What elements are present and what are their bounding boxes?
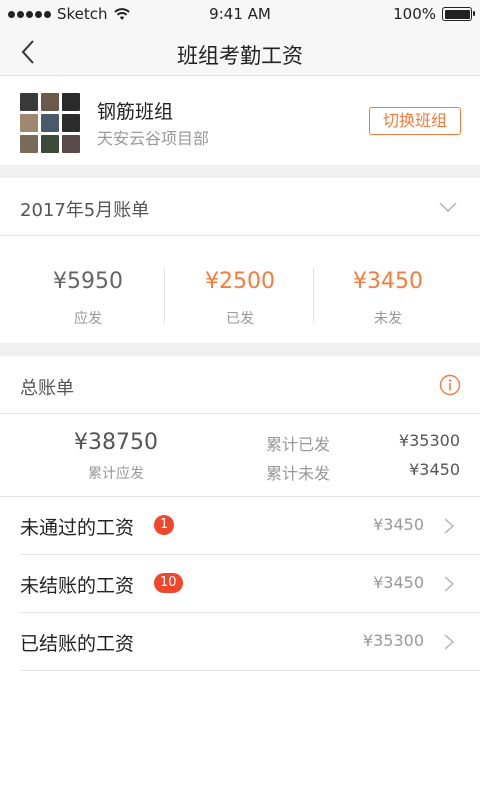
chevron-right-icon [444,518,455,534]
list-item-rejected-wages[interactable]: 未通过的工资 1 ¥3450 [0,497,480,555]
list-item-title: 未结账的工资 [20,575,135,597]
amount-unpaid-label: 未发 [374,311,402,327]
list-item-title: 已结账的工资 [20,633,135,655]
chevron-right-icon [444,576,455,592]
chevron-down-icon[interactable] [438,197,458,217]
total-paid-value: ¥35300 [398,431,460,450]
status-bar: Sketch 9:41 AM 100% [0,0,480,30]
total-unpaid-label: 累计未发 [266,464,331,483]
amount-due: ¥5950 应发 [8,237,168,343]
total-due-label: 累计应发 [88,466,144,482]
row-divider [20,670,480,671]
chevron-right-icon [444,634,455,650]
team-header: 钢筋班组 天安云谷项目部 切换班组 [0,77,480,165]
section-divider [0,165,480,178]
avatar-tile [20,114,38,132]
list-item-amount: ¥3450 [373,573,424,592]
amount-paid-value: ¥2500 [205,269,275,294]
list-item-title: 未通过的工资 [20,517,135,539]
month-amounts: ¥5950 应发 ¥2500 已发 ¥3450 未发 [0,237,480,343]
list-item-unsettled-wages[interactable]: 未结账的工资 10 ¥3450 [0,555,480,613]
avatar-tile [62,93,80,111]
avatar-tile [62,114,80,132]
info-icon[interactable] [439,374,461,396]
month-bill-selector[interactable]: 2017年5月账单 [0,178,480,236]
battery-icon [442,7,475,21]
amount-unpaid: ¥3450 未发 [308,237,468,343]
total-unpaid-value: ¥3450 [409,460,460,479]
count-badge: 10 [154,573,183,593]
amount-paid: ¥2500 已发 [160,237,320,343]
count-badge: 1 [154,515,175,535]
total-bill-label: 总账单 [20,378,74,399]
total-due-value: ¥38750 [74,430,158,455]
team-avatar [20,93,80,153]
avatar-tile [62,135,80,153]
avatar-tile [41,135,59,153]
amount-paid-label: 已发 [226,311,254,327]
nav-bar: 班组考勤工资 [0,30,480,76]
total-paid-label: 累计已发 [266,435,331,454]
list-item-amount: ¥3450 [373,515,424,534]
avatar-tile [20,93,38,111]
team-project: 天安云谷项目部 [97,129,210,148]
battery-percent: 100% [393,5,436,23]
switch-team-button[interactable]: 切换班组 [369,107,461,135]
amount-due-value: ¥5950 [53,269,123,294]
avatar-tile [20,135,38,153]
status-right: 100% [393,5,475,23]
amount-due-label: 应发 [74,311,102,327]
section-divider [0,343,480,356]
page-title: 班组考勤工资 [177,44,303,68]
amount-unpaid-value: ¥3450 [353,269,423,294]
month-bill-label: 2017年5月账单 [20,200,150,221]
team-name: 钢筋班组 [97,101,174,123]
list-item-settled-wages[interactable]: 已结账的工资 ¥35300 [0,613,480,671]
total-bill-summary: ¥38750 累计应发 累计已发 ¥35300 累计未发 ¥3450 [0,415,480,497]
list-item-amount: ¥35300 [362,631,424,650]
total-bill-header: 总账单 [0,356,480,414]
avatar-tile [41,114,59,132]
avatar-tile [41,93,59,111]
